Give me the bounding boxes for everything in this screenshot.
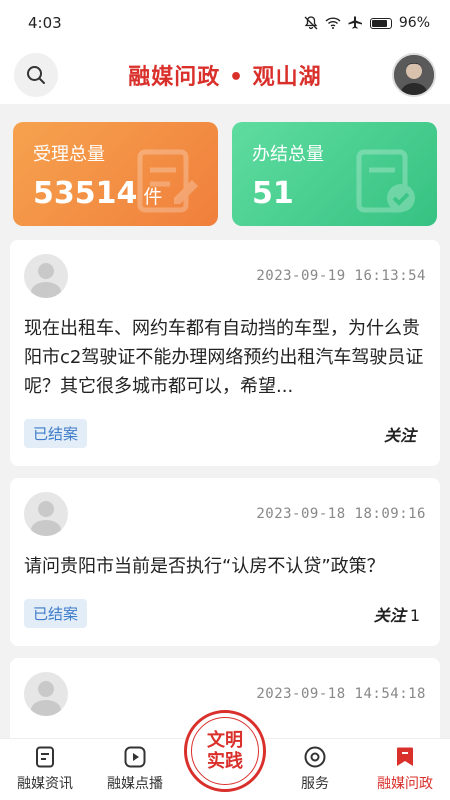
battery-level: 96% (398, 15, 430, 31)
status-badge: 已结案 (24, 599, 88, 628)
user-avatar[interactable] (392, 53, 436, 97)
center-text-line1: 文明 (207, 730, 243, 751)
stat-completed-card[interactable]: 办结总量 51 (232, 122, 437, 226)
play-icon (124, 746, 146, 768)
tab-video[interactable]: 融媒点播 (95, 744, 175, 793)
service-icon (304, 746, 326, 768)
search-button[interactable] (14, 53, 58, 97)
item-timestamp: 2023-09-19 16:13:54 (256, 268, 426, 284)
stat-accepted-card[interactable]: 受理总量 53514 件 (13, 122, 218, 226)
civilization-practice-seal: 文明 实践 (191, 717, 259, 785)
list-item[interactable]: 2023-09-19 16:13:54 现在出租车、网约车都有自动挡的车型，为什… (10, 240, 440, 466)
tab-inquiry-label: 融媒问政 (377, 776, 433, 792)
bookmark-icon (397, 747, 413, 766)
news-icon (36, 746, 54, 768)
status-badge: 已结案 (24, 419, 88, 448)
item-question: 请问贵阳市当前是否执行“认房不认贷”政策？ (24, 556, 385, 577)
civilization-practice-button[interactable]: 文明 实践 (184, 710, 266, 792)
list-item[interactable]: 2023-09-18 18:09:16 请问贵阳市当前是否执行“认房不认贷”政策… (10, 478, 440, 646)
mute-icon (304, 16, 318, 30)
status-time: 4:03 (28, 14, 62, 32)
center-text-line2: 实践 (207, 751, 243, 772)
avatar (24, 492, 68, 536)
avatar-photo-icon (394, 55, 434, 95)
item-question: 现在出租车、网约车都有自动挡的车型，为什么贵阳市c2驾驶证不能办理网络预约出租汽… (24, 318, 424, 397)
item-timestamp: 2023-09-18 18:09:16 (256, 506, 426, 522)
follow-label: 关注 (383, 425, 416, 445)
item-timestamp: 2023-09-18 14:54:18 (256, 686, 426, 702)
avatar (24, 672, 68, 716)
page-title: 融媒问政 • 观山湖 (128, 65, 322, 90)
battery-icon (369, 17, 392, 29)
status-bar: 4:03 96% (0, 0, 450, 46)
tab-video-label: 融媒点播 (107, 776, 163, 792)
app-header: 融媒问政 • 观山湖 (0, 46, 450, 104)
tab-service-label: 服务 (301, 776, 329, 792)
wifi-icon (325, 17, 341, 29)
follow-label: 关注 (373, 605, 406, 625)
follow-button[interactable]: 关注 1 (374, 602, 426, 626)
stat-accepted-number: 53514 (33, 176, 138, 211)
document-icon (137, 149, 198, 213)
search-icon (27, 66, 45, 84)
check-document-icon (356, 149, 415, 213)
avatar (24, 254, 68, 298)
follow-button[interactable]: 关注 (384, 422, 426, 446)
airplane-icon (348, 16, 362, 29)
tab-news-label: 融媒资讯 (17, 776, 73, 792)
tab-service[interactable]: 服务 (275, 744, 355, 793)
status-icons: 96% (304, 15, 430, 31)
tab-news[interactable]: 融媒资讯 (5, 744, 85, 793)
stats-row: 受理总量 53514 件 办结总量 51 (0, 104, 450, 240)
follow-count: 1 (409, 605, 420, 625)
tab-inquiry[interactable]: 融媒问政 (365, 744, 445, 793)
